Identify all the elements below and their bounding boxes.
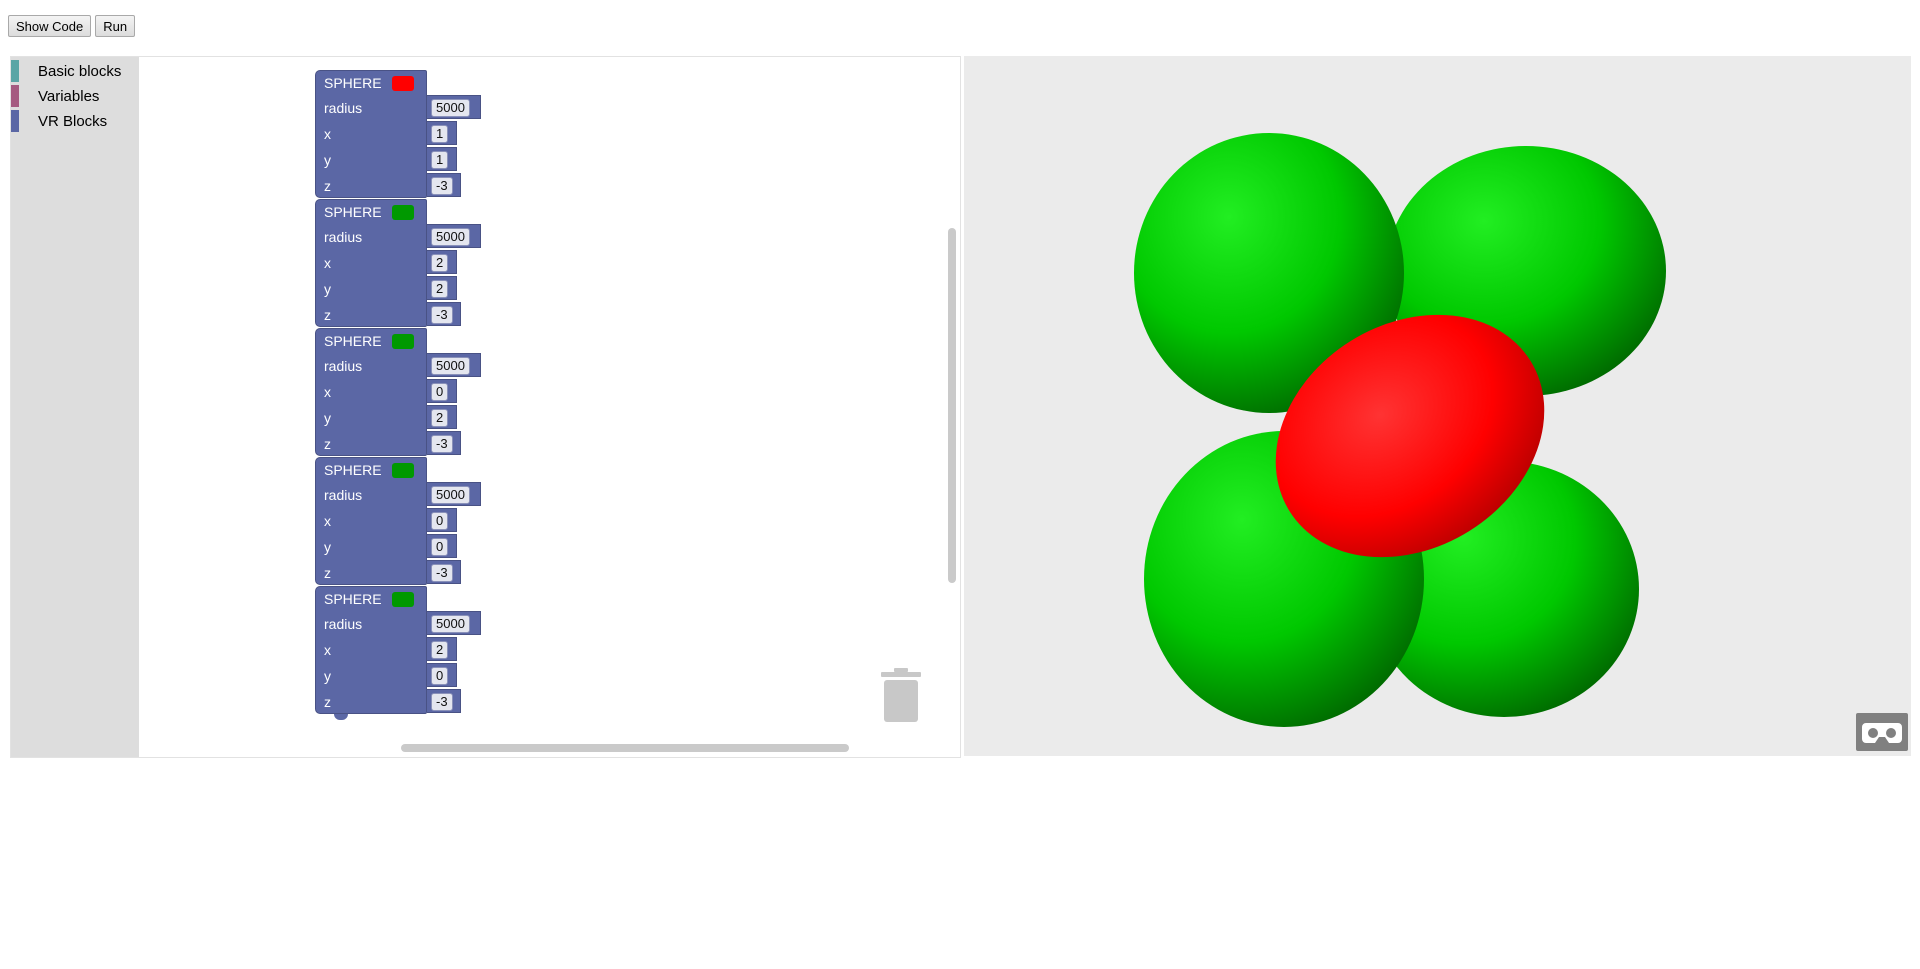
x-label: x — [324, 642, 331, 658]
x-value[interactable]: 0 — [431, 383, 449, 401]
sphere-block[interactable]: SPHERE radius x y z — [315, 199, 427, 327]
z-input-block[interactable]: -3 — [427, 302, 461, 326]
y-label: y — [324, 281, 331, 297]
z-label: z — [324, 436, 331, 452]
block-next-connector — [334, 714, 348, 720]
z-input-block[interactable]: -3 — [427, 173, 461, 197]
block-title: SPHERE — [324, 333, 382, 349]
scene-render — [1134, 133, 1666, 727]
y-input-block[interactable]: 0 — [427, 534, 457, 558]
z-label: z — [324, 178, 331, 194]
radius-value[interactable]: 5000 — [431, 228, 470, 246]
y-label: y — [324, 410, 331, 426]
z-value[interactable]: -3 — [431, 435, 453, 453]
y-label: y — [324, 539, 331, 555]
z-label: z — [324, 565, 331, 581]
z-value[interactable]: -3 — [431, 177, 453, 195]
z-value[interactable]: -3 — [431, 564, 453, 582]
x-input-block[interactable]: 2 — [427, 637, 457, 661]
x-value[interactable]: 0 — [431, 512, 449, 530]
x-value[interactable]: 2 — [431, 254, 449, 272]
radius-label: radius — [324, 487, 363, 503]
z-label: z — [324, 694, 331, 710]
color-picker-field[interactable] — [392, 76, 414, 91]
y-input-block[interactable]: 2 — [427, 276, 457, 300]
toolbox-category-variables[interactable]: Variables — [11, 85, 139, 107]
y-value[interactable]: 2 — [431, 409, 449, 427]
y-value[interactable]: 0 — [431, 667, 449, 685]
z-label: z — [324, 307, 331, 323]
y-input-block[interactable]: 1 — [427, 147, 457, 171]
toolbox-category-vr-blocks[interactable]: VR Blocks — [11, 110, 139, 132]
color-picker-field[interactable] — [392, 334, 414, 349]
x-label: x — [324, 513, 331, 529]
cardboard-vr-icon[interactable] — [1856, 713, 1908, 751]
x-label: x — [324, 126, 331, 142]
radius-input-block[interactable]: 5000 — [427, 611, 481, 635]
sphere-block[interactable]: SPHERE radius x y z — [315, 70, 427, 198]
sphere-block[interactable]: SPHERE radius x y z — [315, 457, 427, 585]
category-color-swatch — [11, 60, 19, 82]
radius-input-block[interactable]: 5000 — [427, 224, 481, 248]
run-button[interactable]: Run — [95, 15, 136, 37]
x-input-block[interactable]: 2 — [427, 250, 457, 274]
x-input-block[interactable]: 0 — [427, 379, 457, 403]
vertical-scrollbar[interactable] — [948, 228, 956, 583]
y-label: y — [324, 668, 331, 684]
trash-icon[interactable] — [881, 668, 921, 724]
top-toolbar: Show Code Run — [8, 15, 136, 37]
y-value[interactable]: 1 — [431, 151, 449, 169]
block-title: SPHERE — [324, 462, 382, 478]
z-input-block[interactable]: -3 — [427, 689, 461, 713]
y-input-block[interactable]: 2 — [427, 405, 457, 429]
x-input-block[interactable]: 0 — [427, 508, 457, 532]
x-input-block[interactable]: 1 — [427, 121, 457, 145]
category-color-swatch — [11, 110, 19, 132]
x-value[interactable]: 1 — [431, 125, 449, 143]
radius-input-block[interactable]: 5000 — [427, 353, 481, 377]
blockly-workspace[interactable]: Basic blocks Variables VR Blocks SPHERE … — [10, 56, 961, 758]
radius-value[interactable]: 5000 — [431, 615, 470, 633]
x-value[interactable]: 2 — [431, 641, 449, 659]
z-value[interactable]: -3 — [431, 306, 453, 324]
z-input-block[interactable]: -3 — [427, 431, 461, 455]
category-label: Variables — [38, 87, 100, 105]
horizontal-scrollbar[interactable] — [401, 744, 849, 752]
sphere-block[interactable]: SPHERE radius x y z — [315, 586, 427, 720]
show-code-button[interactable]: Show Code — [8, 15, 92, 37]
y-label: y — [324, 152, 331, 168]
x-label: x — [324, 384, 331, 400]
y-value[interactable]: 2 — [431, 280, 449, 298]
toolbox: Basic blocks Variables VR Blocks — [11, 57, 139, 757]
color-picker-field[interactable] — [392, 205, 414, 220]
sphere-block[interactable]: SPHERE radius x y z — [315, 328, 427, 456]
vr-scene-viewer[interactable] — [964, 56, 1911, 756]
radius-value[interactable]: 5000 — [431, 486, 470, 504]
z-value[interactable]: -3 — [431, 693, 453, 711]
category-label: VR Blocks — [38, 112, 108, 130]
y-input-block[interactable]: 0 — [427, 663, 457, 687]
z-input-block[interactable]: -3 — [427, 560, 461, 584]
radius-input-block[interactable]: 5000 — [427, 482, 481, 506]
radius-label: radius — [324, 358, 363, 374]
block-title: SPHERE — [324, 591, 382, 607]
radius-value[interactable]: 5000 — [431, 357, 470, 375]
color-picker-field[interactable] — [392, 463, 414, 478]
radius-label: radius — [324, 100, 363, 116]
toolbox-category-basic-blocks[interactable]: Basic blocks — [11, 60, 139, 82]
category-label: Basic blocks — [38, 62, 122, 80]
block-title: SPHERE — [324, 204, 382, 220]
y-value[interactable]: 0 — [431, 538, 449, 556]
radius-value[interactable]: 5000 — [431, 99, 470, 117]
block-title: SPHERE — [324, 75, 382, 91]
color-picker-field[interactable] — [392, 592, 414, 607]
radius-input-block[interactable]: 5000 — [427, 95, 481, 119]
radius-label: radius — [324, 616, 363, 632]
category-color-swatch — [11, 85, 19, 107]
radius-label: radius — [324, 229, 363, 245]
x-label: x — [324, 255, 331, 271]
